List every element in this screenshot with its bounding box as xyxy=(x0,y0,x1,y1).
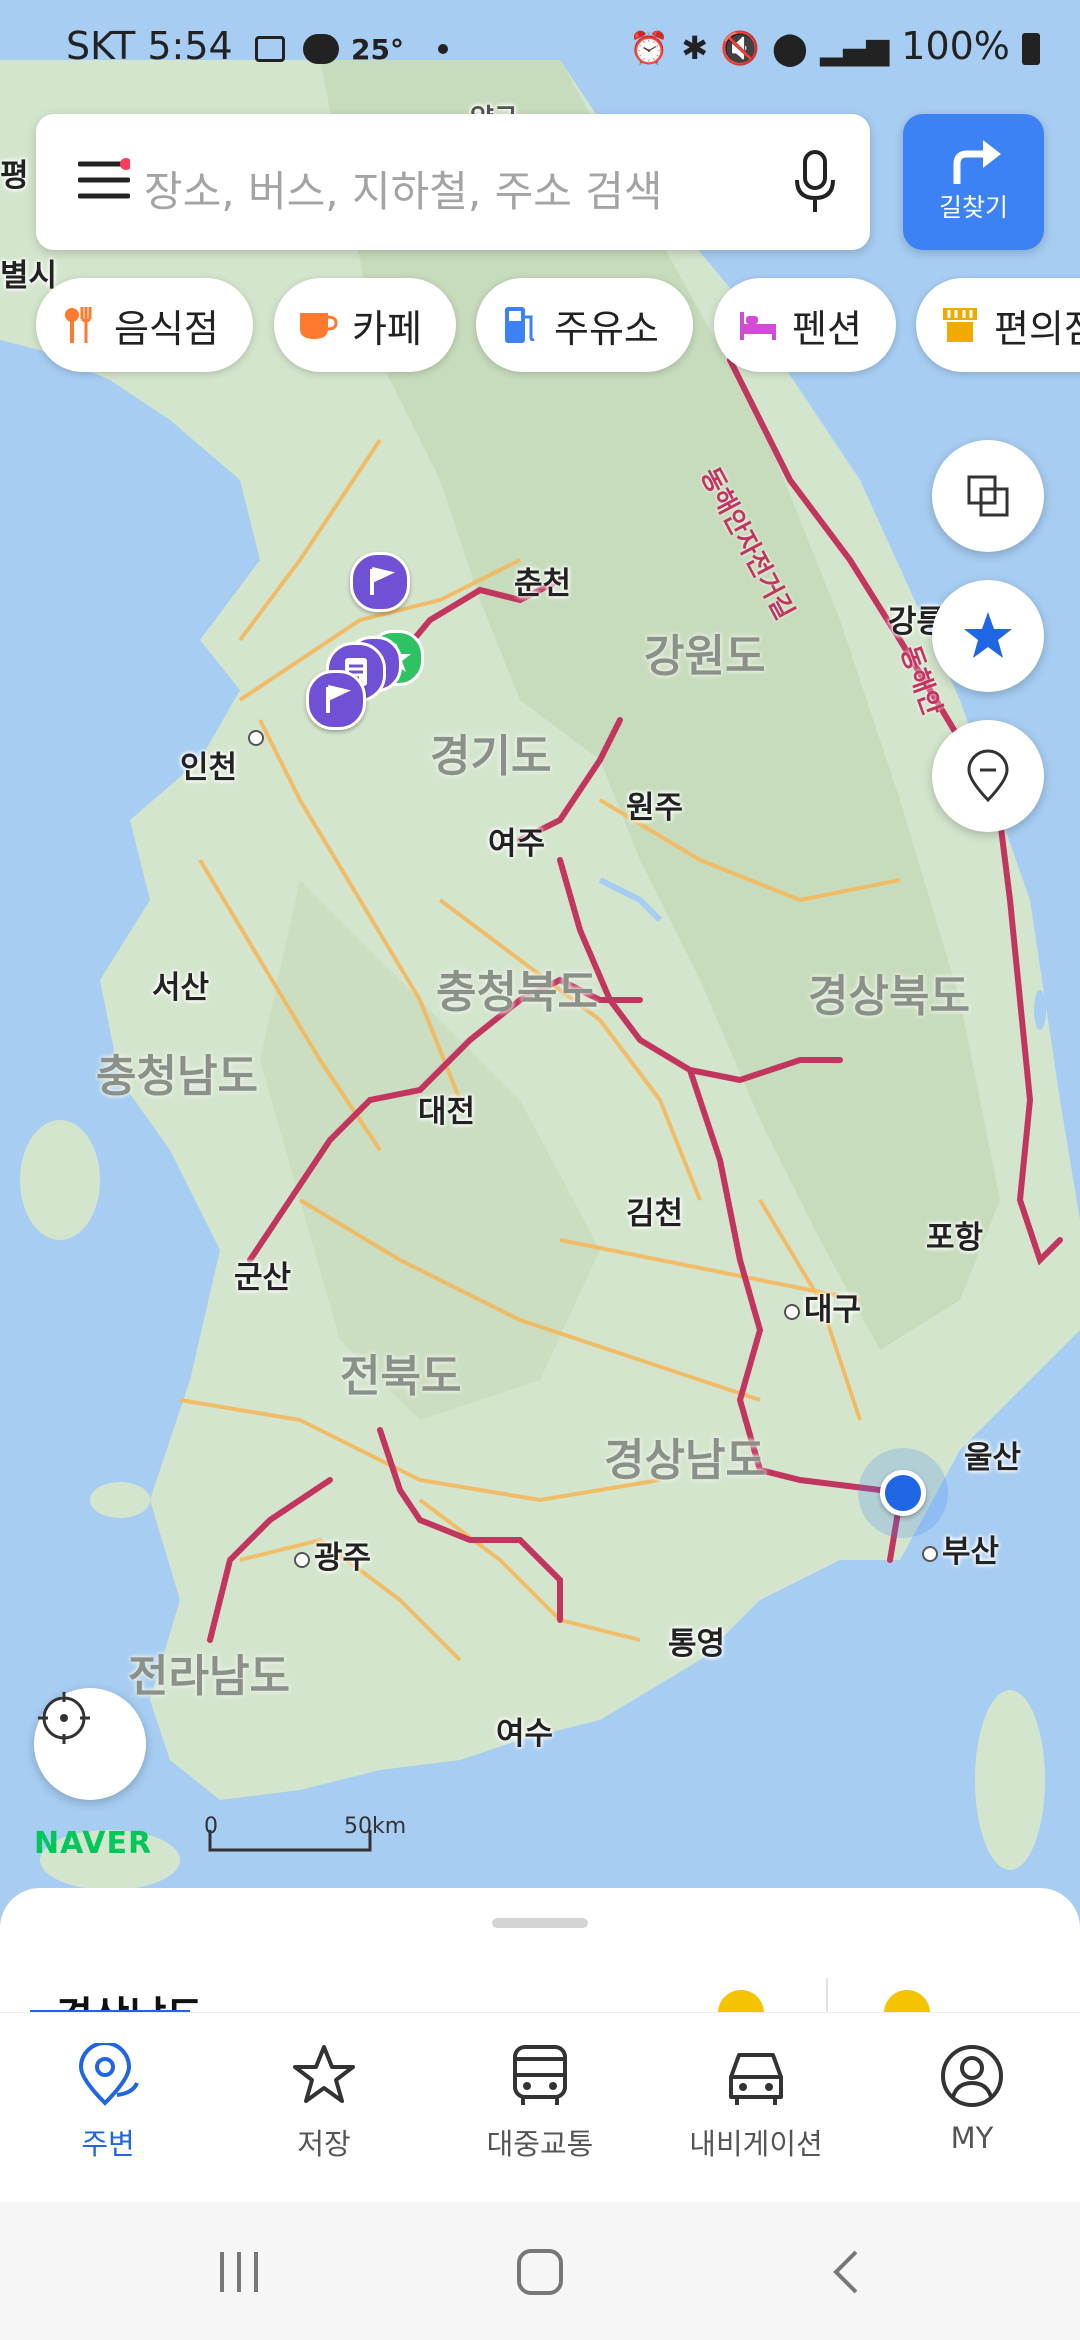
place-label: 김천 xyxy=(626,1196,684,1232)
turn-arrow-icon xyxy=(953,140,1001,184)
bus-icon xyxy=(513,2045,567,2105)
nav-saved[interactable]: 저장 xyxy=(234,2043,414,2163)
chip-convenience-store[interactable]: 편의점 xyxy=(916,278,1080,372)
region-label: 충청북도 xyxy=(436,967,598,1018)
chip-label: 주유소 xyxy=(554,306,659,351)
temperature: 25° xyxy=(351,33,404,66)
back-icon[interactable] xyxy=(826,2248,866,2296)
nav-label: 주변 xyxy=(81,2127,135,2161)
search-bar[interactable]: 장소, 버스, 지하철, 주소 검색 xyxy=(36,114,870,250)
flag-icon xyxy=(370,567,396,595)
current-location-dot[interactable] xyxy=(880,1470,926,1516)
directions-label: 길찾기 xyxy=(938,193,1008,222)
battery-text: 100% xyxy=(901,24,1010,68)
crosshair-icon xyxy=(38,1692,90,1744)
place-pin-button[interactable] xyxy=(932,720,1044,832)
coffee-cup-icon xyxy=(298,305,338,345)
bottom-nav: 주변 저장 대중교통 내비게이션 MY xyxy=(0,2012,1080,2203)
chip-gas-station[interactable]: 주유소 xyxy=(476,278,693,372)
directions-button[interactable]: 길찾기 xyxy=(903,114,1044,250)
region-label: 충청남도 xyxy=(96,1051,258,1102)
carrier-time: SKT 5:54 xyxy=(66,24,233,68)
sheet-handle[interactable] xyxy=(492,1918,588,1928)
nav-navigation[interactable]: 내비게이션 xyxy=(666,2043,846,2163)
chip-cafe[interactable]: 카페 xyxy=(274,278,456,372)
gas-station-icon xyxy=(500,305,540,345)
bed-icon xyxy=(738,305,778,345)
status-bar: SKT 5:54 25° ⏰ ✱ 🔇 ⬤ ▂▄▆ 100% xyxy=(0,0,1080,100)
scale-distance: 50km xyxy=(344,1814,407,1839)
my-location-button[interactable] xyxy=(34,1688,146,1800)
microphone-icon[interactable] xyxy=(792,150,838,214)
place-label: 인천 xyxy=(180,730,264,787)
gallery-icon xyxy=(254,35,285,62)
favorites-button[interactable] xyxy=(932,580,1044,692)
place-label: 대전 xyxy=(418,1094,476,1130)
talk-icon xyxy=(302,33,339,64)
region-label: 강원도 xyxy=(644,631,766,682)
place-label: 여수 xyxy=(496,1716,554,1752)
star-icon xyxy=(964,612,1012,658)
map-edge-label: 평 xyxy=(0,158,29,194)
chip-label: 편의점 xyxy=(994,306,1080,351)
nav-transit[interactable]: 대중교통 xyxy=(450,2043,630,2163)
menu-icon[interactable] xyxy=(78,158,130,202)
chip-restaurant[interactable]: 음식점 xyxy=(36,278,253,372)
status-left: SKT 5:54 25° xyxy=(66,24,449,68)
nav-label: MY xyxy=(950,2121,994,2155)
star-icon xyxy=(293,2045,355,2103)
alarm-icon: ⏰ xyxy=(629,29,670,67)
mute-icon: 🔇 xyxy=(720,29,760,67)
place-label: 여주 xyxy=(488,826,546,862)
place-label: 원주 xyxy=(626,790,684,826)
pin-minus-icon xyxy=(967,749,1009,803)
car-icon xyxy=(729,2053,783,2105)
store-icon xyxy=(940,305,980,345)
system-nav-bar xyxy=(0,2202,1080,2340)
region-label: 전북도 xyxy=(340,1351,462,1402)
location-pin-icon xyxy=(78,2043,139,2106)
nav-label: 대중교통 xyxy=(486,2127,594,2161)
location-icon: ⬤ xyxy=(772,29,808,67)
flag-marker[interactable] xyxy=(306,670,366,730)
nav-label: 저장 xyxy=(297,2127,351,2161)
chip-label: 펜션 xyxy=(792,306,862,351)
user-circle-icon xyxy=(941,2045,1003,2107)
region-label: 경기도 xyxy=(430,731,552,782)
map-edge-label: 별시 xyxy=(0,258,58,294)
dot-icon xyxy=(438,43,449,54)
flag-marker[interactable] xyxy=(350,552,410,612)
recent-apps-icon[interactable] xyxy=(214,2250,264,2294)
naver-logo: NAVER xyxy=(34,1826,153,1861)
status-right: ⏰ ✱ 🔇 ⬤ ▂▄▆ 100% xyxy=(629,24,1040,68)
fork-knife-icon xyxy=(60,305,100,345)
layers-button[interactable] xyxy=(932,440,1044,552)
chip-label: 카페 xyxy=(352,306,422,351)
home-icon[interactable] xyxy=(516,2248,564,2296)
nav-my[interactable]: MY xyxy=(882,2043,1062,2155)
place-label: 포항 xyxy=(926,1220,984,1256)
flag-icon xyxy=(326,685,352,713)
chip-pension[interactable]: 펜션 xyxy=(714,278,896,372)
region-label: 경상남도 xyxy=(604,1435,766,1486)
place-label: 광주 xyxy=(294,1532,371,1577)
nav-label: 내비게이션 xyxy=(689,2127,823,2161)
place-label: 부산 xyxy=(922,1526,999,1571)
nav-nearby[interactable]: 주변 xyxy=(18,2043,198,2163)
region-label: 경상북도 xyxy=(808,971,970,1022)
battery-icon xyxy=(1022,32,1040,65)
scale-zero: 0 xyxy=(204,1814,218,1839)
region-label: 전라남도 xyxy=(128,1651,290,1702)
place-label: 춘천 xyxy=(514,566,572,602)
layers-icon xyxy=(967,475,1009,517)
place-label: 통영 xyxy=(668,1626,726,1662)
bluetooth-icon: ✱ xyxy=(681,29,709,67)
place-label: 울산 xyxy=(964,1440,1022,1476)
place-label: 서산 xyxy=(152,970,210,1006)
place-label: 군산 xyxy=(234,1260,292,1296)
search-input[interactable]: 장소, 버스, 지하철, 주소 검색 xyxy=(144,158,663,219)
place-label: 대구 xyxy=(784,1284,861,1329)
chip-label: 음식점 xyxy=(114,306,219,351)
signal-icon: ▂▄▆ xyxy=(819,32,890,67)
